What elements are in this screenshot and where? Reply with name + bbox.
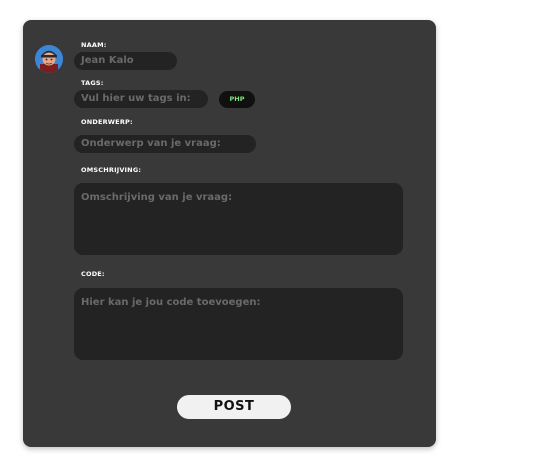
name-field[interactable]: Jean Kalo	[74, 52, 177, 70]
name-label: NAAM:	[81, 41, 107, 49]
tags-input[interactable]: Vul hier uw tags in:	[74, 90, 208, 108]
description-label: OMSCHRIJVING:	[81, 166, 142, 174]
description-textarea[interactable]: Omschrijving van je vraag:	[74, 183, 403, 255]
tags-label: TAGS:	[81, 79, 104, 87]
subject-input[interactable]: Onderwerp van je vraag:	[74, 135, 256, 153]
question-form-card: NAAM: Jean Kalo TAGS: Vul hier uw tags i…	[23, 20, 436, 447]
user-avatar-icon	[35, 45, 63, 73]
tag-badge-php[interactable]: PHP	[219, 91, 255, 108]
post-button[interactable]: POST	[177, 395, 291, 419]
code-label: CODE:	[81, 270, 105, 278]
subject-label: ONDERWERP:	[81, 118, 133, 126]
code-textarea[interactable]: Hier kan je jou code toevoegen:	[74, 288, 403, 360]
